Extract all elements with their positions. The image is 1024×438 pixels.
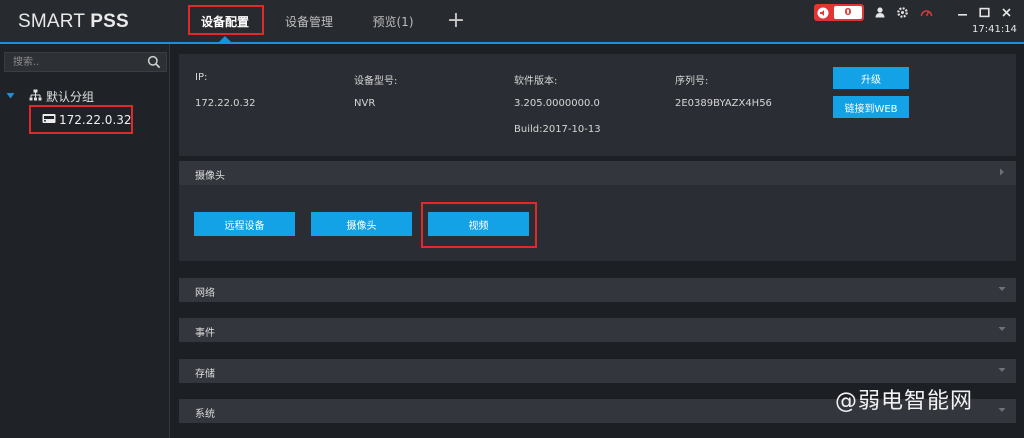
section-title: 摄像头 — [195, 171, 225, 182]
network-section-header[interactable]: 网络 — [179, 278, 1016, 302]
nvr-device-icon — [42, 113, 56, 127]
user-icon[interactable] — [873, 5, 887, 19]
device-info-panel: IP: 172.22.0.32 设备型号: NVR 软件版本: 3.205.00… — [179, 54, 1016, 156]
tab-device-management[interactable]: 设备管理 — [279, 8, 339, 36]
camera-button[interactable]: 摄像头 — [311, 212, 412, 236]
clock-display: 17:41:14 — [972, 24, 1017, 35]
camera-section-body: 远程设备 摄像头 视频 — [179, 185, 1016, 261]
device-tree-panel: 默认分组 172.22.0.32 — [0, 44, 170, 438]
software-version-value: 3.205.0000000.0 — [514, 98, 600, 109]
video-button[interactable]: 视频 — [428, 212, 529, 236]
tab-preview[interactable]: 预览(1) — [366, 8, 420, 36]
upgrade-button[interactable]: 升级 — [833, 67, 909, 89]
chevron-down-icon — [996, 283, 1008, 295]
close-icon[interactable] — [999, 5, 1013, 19]
gear-icon[interactable] — [895, 5, 909, 19]
chevron-down-icon — [996, 404, 1008, 416]
chevron-down-icon — [996, 364, 1008, 376]
tab-device-config[interactable]: 设备配置 — [190, 8, 260, 36]
chevron-right-icon — [996, 166, 1008, 178]
search-box — [4, 52, 167, 72]
alarm-button[interactable]: 0 — [814, 4, 864, 21]
camera-section-header[interactable]: 摄像头 — [179, 161, 1016, 185]
section-title: 事件 — [195, 328, 215, 339]
title-bar: SMART PSS 设备配置 设备管理 预览(1) + 0 17:41:14 — [0, 0, 1024, 44]
maximize-icon[interactable] — [977, 5, 991, 19]
storage-section-header[interactable]: 存储 — [179, 359, 1016, 383]
expand-arrow-icon[interactable] — [6, 89, 15, 103]
ip-value: 172.22.0.32 — [195, 98, 256, 109]
alarm-count-badge: 0 — [834, 6, 862, 19]
group-tree-icon — [29, 89, 42, 104]
search-icon[interactable] — [147, 55, 161, 69]
build-date-value: Build:2017-10-13 — [514, 124, 601, 135]
event-section-header[interactable]: 事件 — [179, 318, 1016, 342]
watermark-text: @弱电智能网 — [835, 389, 974, 414]
model-label: 设备型号: — [354, 76, 398, 87]
serial-number-label: 序列号: — [675, 76, 709, 87]
chevron-down-icon — [996, 323, 1008, 335]
active-tab-indicator — [219, 36, 231, 42]
tree-device-item[interactable]: 172.22.0.32 — [42, 112, 132, 128]
remote-device-button[interactable]: 远程设备 — [194, 212, 295, 236]
software-version-label: 软件版本: — [514, 76, 558, 87]
section-title: 网络 — [195, 288, 215, 299]
ip-label: IP: — [195, 72, 208, 83]
add-tab-button[interactable]: + — [446, 9, 466, 33]
app-logo: SMART PSS — [18, 11, 129, 32]
model-value: NVR — [354, 98, 376, 109]
tree-device-label: 172.22.0.32 — [59, 113, 132, 127]
main-panel: IP: 172.22.0.32 设备型号: NVR 软件版本: 3.205.00… — [171, 44, 1024, 438]
serial-number-value: 2E0389BYAZX4H56 — [675, 98, 772, 109]
section-title: 系统 — [195, 409, 215, 420]
speaker-icon — [814, 4, 832, 21]
tree-group-default[interactable]: 默认分组 — [6, 88, 94, 104]
search-input[interactable] — [13, 55, 143, 69]
section-title: 存储 — [195, 369, 215, 380]
gauge-icon[interactable] — [919, 5, 933, 19]
tree-group-label: 默认分组 — [46, 89, 95, 104]
link-to-web-button[interactable]: 链接到WEB — [833, 96, 909, 118]
minimize-icon[interactable] — [955, 5, 969, 19]
